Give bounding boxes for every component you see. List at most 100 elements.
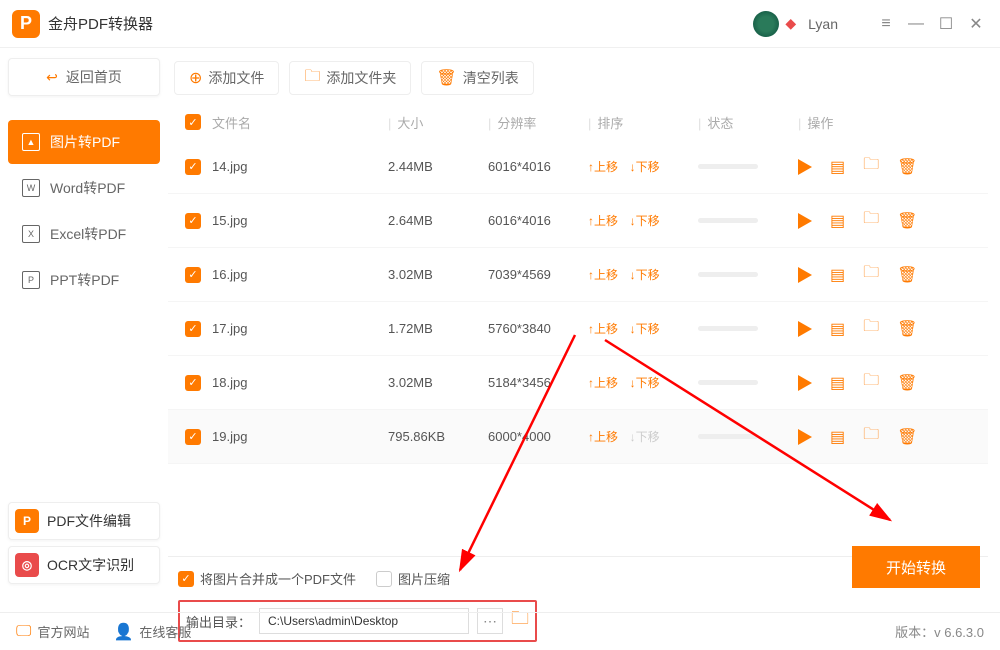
menu-icon[interactable]: ≡: [874, 12, 898, 36]
play-icon[interactable]: [798, 267, 812, 283]
move-down-button[interactable]: ↓下移: [630, 322, 660, 336]
move-up-button[interactable]: ↑上移: [588, 268, 618, 282]
folder-icon[interactable]: 🗀: [863, 315, 879, 342]
progress-bar: [698, 434, 758, 439]
row-checkbox[interactable]: ✓: [185, 375, 201, 391]
table-row: ✓ 17.jpg 1.72MB 5760*3840 ↑上移 ↓下移 ▤ 🗀 🗑: [168, 302, 988, 356]
titlebar: P 金舟PDF转换器 ◆ Lyan ≡ — ☐ ✕: [0, 0, 1000, 48]
move-down-button[interactable]: ↓下移: [630, 268, 660, 282]
play-icon[interactable]: [798, 429, 812, 445]
detail-icon[interactable]: ▤: [830, 157, 845, 177]
ocr-icon: ◎: [15, 553, 39, 577]
progress-bar: [698, 218, 758, 223]
plus-icon: ⊕: [189, 68, 202, 88]
folder-icon[interactable]: 🗀: [863, 423, 879, 450]
move-up-button[interactable]: ↑上移: [588, 322, 618, 336]
file-resolution: 5760*3840: [488, 321, 588, 336]
file-resolution: 6016*4016: [488, 159, 588, 174]
move-up-button[interactable]: ↑上移: [588, 214, 618, 228]
support-link[interactable]: 👤 在线客服: [113, 622, 191, 642]
folder-icon[interactable]: 🗀: [863, 369, 879, 396]
progress-bar: [698, 380, 758, 385]
move-up-button[interactable]: ↑上移: [588, 430, 618, 444]
official-site-link[interactable]: 🖵 官方网站: [16, 622, 89, 641]
app-logo: P: [12, 10, 40, 38]
table-header: ✓ 文件名 |大小 |分辨率 |排序 |状态 |操作: [168, 104, 988, 140]
image-icon: ▲: [22, 133, 40, 151]
select-all-checkbox[interactable]: ✓: [185, 114, 201, 130]
clear-icon: 🗑: [436, 68, 456, 88]
file-name: 14.jpg: [208, 159, 388, 174]
table-row: ✓ 18.jpg 3.02MB 5184*3456 ↑上移 ↓下移 ▤ 🗀 🗑: [168, 356, 988, 410]
detail-icon[interactable]: ▤: [830, 373, 845, 393]
play-icon[interactable]: [798, 159, 812, 175]
row-checkbox[interactable]: ✓: [185, 267, 201, 283]
file-name: 15.jpg: [208, 213, 388, 228]
start-convert-button[interactable]: 开始转换: [852, 546, 980, 588]
file-size: 1.72MB: [388, 321, 488, 336]
file-resolution: 6016*4016: [488, 213, 588, 228]
nav-image-to-pdf[interactable]: ▲ 图片转PDF: [8, 120, 160, 164]
compress-checkbox[interactable]: [376, 571, 392, 587]
add-folder-button[interactable]: 🗀 添加文件夹: [289, 61, 411, 95]
folder-icon[interactable]: 🗀: [863, 153, 879, 180]
back-arrow-icon: ↩: [46, 69, 58, 86]
tool-ocr[interactable]: ◎ OCR文字识别: [8, 546, 160, 584]
sidebar: ↩ 返回首页 ▲ 图片转PDF W Word转PDF X Excel转PDF P…: [0, 48, 168, 650]
move-up-button[interactable]: ↑上移: [588, 160, 618, 174]
minimize-icon[interactable]: —: [904, 12, 928, 36]
delete-icon[interactable]: 🗑: [897, 211, 917, 231]
detail-icon[interactable]: ▤: [830, 427, 845, 447]
folder-icon[interactable]: 🗀: [863, 261, 879, 288]
toolbar: ⊕ 添加文件 🗀 添加文件夹 🗑 清空列表: [168, 58, 988, 98]
folder-icon[interactable]: 🗀: [863, 207, 879, 234]
detail-icon[interactable]: ▤: [830, 211, 845, 231]
file-size: 2.44MB: [388, 159, 488, 174]
row-checkbox[interactable]: ✓: [185, 429, 201, 445]
move-down-button: ↓下移: [630, 430, 660, 444]
delete-icon[interactable]: 🗑: [897, 265, 917, 285]
delete-icon[interactable]: 🗑: [897, 427, 917, 447]
word-icon: W: [22, 179, 40, 197]
play-icon[interactable]: [798, 213, 812, 229]
file-size: 3.02MB: [388, 375, 488, 390]
nav-word-to-pdf[interactable]: W Word转PDF: [8, 166, 160, 210]
close-icon[interactable]: ✕: [964, 12, 988, 36]
detail-icon[interactable]: ▤: [830, 319, 845, 339]
detail-icon[interactable]: ▤: [830, 265, 845, 285]
play-icon[interactable]: [798, 375, 812, 391]
row-checkbox[interactable]: ✓: [185, 213, 201, 229]
file-name: 16.jpg: [208, 267, 388, 282]
move-up-button[interactable]: ↑上移: [588, 376, 618, 390]
tool-pdf-edit[interactable]: P PDF文件编辑: [8, 502, 160, 540]
play-icon[interactable]: [798, 321, 812, 337]
delete-icon[interactable]: 🗑: [897, 319, 917, 339]
file-size: 795.86KB: [388, 429, 488, 444]
file-size: 2.64MB: [388, 213, 488, 228]
file-resolution: 7039*4569: [488, 267, 588, 282]
statusbar: 🖵 官方网站 👤 在线客服 版本：v 6.6.3.0: [0, 612, 1000, 650]
folder-icon: 🗀: [304, 65, 320, 92]
move-down-button[interactable]: ↓下移: [630, 160, 660, 174]
row-checkbox[interactable]: ✓: [185, 321, 201, 337]
delete-icon[interactable]: 🗑: [897, 157, 917, 177]
move-down-button[interactable]: ↓下移: [630, 214, 660, 228]
ppt-icon: P: [22, 271, 40, 289]
merge-checkbox[interactable]: ✓: [178, 571, 194, 587]
add-file-button[interactable]: ⊕ 添加文件: [174, 61, 279, 95]
clear-list-button[interactable]: 🗑 清空列表: [421, 61, 533, 95]
vip-icon[interactable]: ◆: [785, 15, 796, 32]
row-checkbox[interactable]: ✓: [185, 159, 201, 175]
avatar[interactable]: [753, 11, 779, 37]
maximize-icon[interactable]: ☐: [934, 12, 958, 36]
file-resolution: 6000*4000: [488, 429, 588, 444]
delete-icon[interactable]: 🗑: [897, 373, 917, 393]
progress-bar: [698, 326, 758, 331]
progress-bar: [698, 164, 758, 169]
back-button[interactable]: ↩ 返回首页: [8, 58, 160, 96]
nav-ppt-to-pdf[interactable]: P PPT转PDF: [8, 258, 160, 302]
move-down-button[interactable]: ↓下移: [630, 376, 660, 390]
file-list: ✓ 14.jpg 2.44MB 6016*4016 ↑上移 ↓下移 ▤ 🗀 🗑 …: [168, 140, 988, 556]
file-name: 17.jpg: [208, 321, 388, 336]
nav-excel-to-pdf[interactable]: X Excel转PDF: [8, 212, 160, 256]
